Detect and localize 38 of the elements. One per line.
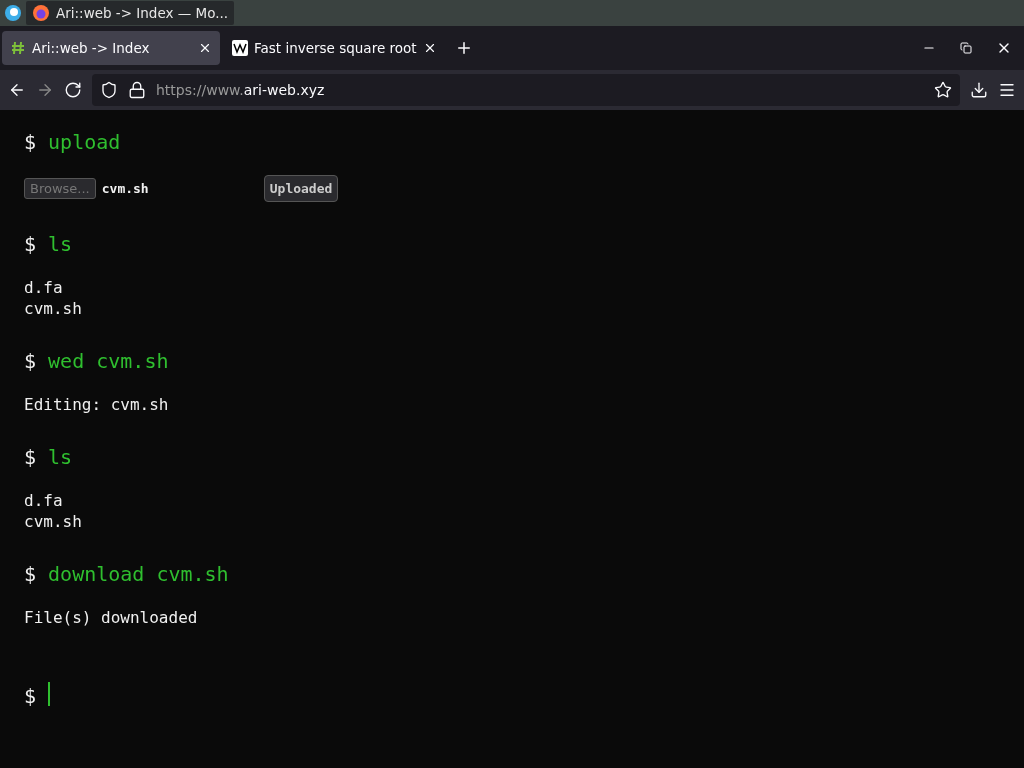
prompt-symbol: $	[24, 348, 37, 375]
back-icon[interactable]	[8, 81, 26, 99]
output-line: d.fa	[24, 277, 64, 298]
prompt-symbol: $	[24, 231, 37, 258]
app-launcher-icon[interactable]	[4, 4, 22, 22]
shield-icon[interactable]	[100, 81, 118, 99]
reload-icon[interactable]	[64, 81, 82, 99]
text-cursor	[48, 682, 51, 706]
bookmark-star-icon[interactable]	[934, 81, 952, 99]
lock-icon[interactable]	[128, 81, 146, 99]
output-line: cvm.sh	[24, 511, 83, 532]
command-text: wed cvm.sh	[48, 348, 169, 375]
menu-icon[interactable]	[998, 81, 1016, 99]
address-bar[interactable]: https://www.ari-web.xyz	[92, 74, 960, 106]
forward-icon[interactable]	[36, 81, 54, 99]
taskbar-window-button[interactable]: Ari::web -> Index — Mo...	[26, 1, 235, 25]
command-text: download cvm.sh	[48, 561, 229, 588]
close-icon[interactable]	[198, 41, 212, 55]
uploaded-button[interactable]: Uploaded	[263, 175, 339, 202]
output-line: d.fa	[24, 490, 64, 511]
browser-tab[interactable]: Fast inverse square root	[224, 31, 445, 65]
prompt-symbol: $	[24, 129, 37, 156]
hash-icon	[10, 40, 26, 56]
browser-tab[interactable]: Ari::web -> Index	[2, 31, 220, 65]
command-text: ls	[48, 231, 73, 258]
output-line: File(s) downloaded	[24, 607, 199, 628]
url-text: https://www.ari-web.xyz	[156, 82, 325, 98]
file-name: cvm.sh	[101, 181, 150, 196]
output-line: cvm.sh	[24, 298, 83, 319]
download-icon[interactable]	[970, 81, 988, 99]
wikipedia-icon	[232, 40, 248, 56]
prompt-symbol: $	[24, 561, 37, 588]
command-text: ls	[48, 444, 73, 471]
prompt-symbol: $	[24, 683, 37, 710]
output-line: Editing: cvm.sh	[24, 394, 170, 415]
prompt-symbol: $	[24, 444, 37, 471]
command-text: upload	[48, 129, 121, 156]
restore-icon[interactable]	[960, 42, 972, 54]
